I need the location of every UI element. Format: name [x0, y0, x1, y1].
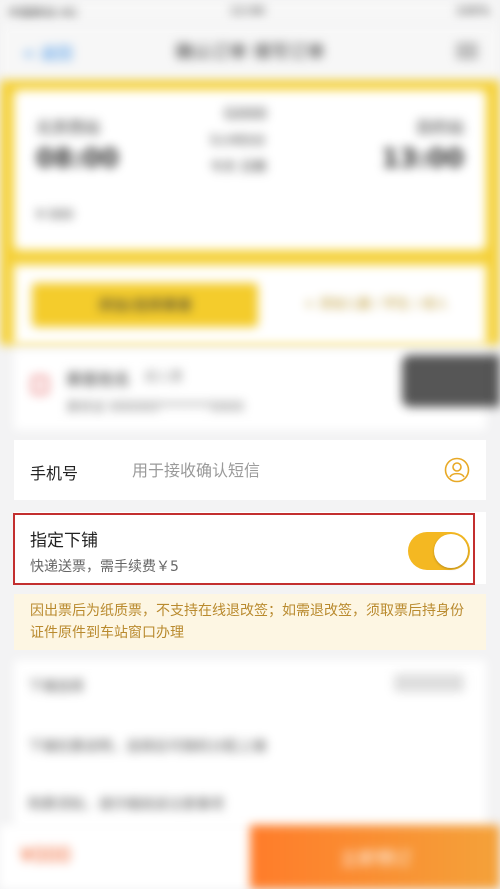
nav-bar: < 返回 确认订单 填写订单: [0, 24, 500, 80]
option-row-1[interactable]: 下铺选择: [28, 676, 84, 696]
duration: 5小时0分: [210, 134, 266, 149]
clock-text: 12:00: [230, 4, 265, 18]
lower-bunk-title: 指定下铺: [30, 531, 98, 551]
to-station: 目的站: [415, 118, 464, 137]
bottom-bar: ¥000 立即预订: [0, 825, 500, 889]
to-time: 13:00: [381, 144, 464, 174]
floating-tool-button[interactable]: [402, 355, 500, 407]
menu-icon[interactable]: [456, 40, 478, 60]
battery-text: 100%: [455, 4, 490, 18]
remove-passenger-icon[interactable]: [32, 376, 48, 394]
notice-text: 因出票后为纸质票，不支持在线退改签；如需退改签，须取票后持身份证件原件到车站窗口…: [30, 603, 464, 641]
options-list: 下铺选择 下铺优惠说明，选择后可随机分配上铺 购票须知，请仔细阅读注意事项: [14, 660, 486, 830]
lower-bunk-subtitle: 快递送票，需手续费￥5: [30, 559, 179, 575]
passenger-name: 乘客姓名: [66, 370, 131, 389]
pay-button-label: 立即预订: [340, 849, 412, 870]
add-other-passenger-button[interactable]: + 添加儿童 / 学生 / 成人: [276, 283, 476, 327]
from-station: 北京西站: [36, 118, 101, 137]
toggle-knob: [434, 534, 468, 568]
lower-bunk-row: 指定下铺 快递送票，需手续费￥5: [14, 512, 486, 584]
lower-bunk-toggle[interactable]: [408, 532, 470, 570]
phone-input[interactable]: [132, 456, 432, 484]
carrier-text: 中国移动 4G: [8, 6, 77, 20]
phone-row: 手机号: [14, 440, 486, 500]
total-price: ¥000: [20, 843, 71, 867]
option-row-2[interactable]: 下铺优惠说明，选择后可随机分配上铺: [28, 736, 266, 756]
phone-label: 手机号: [30, 464, 79, 483]
passenger-type: 成人票: [144, 370, 184, 385]
page-title: 确认订单 填写订单: [175, 42, 325, 63]
train-number: G000: [224, 104, 267, 123]
passenger-actions: 添加/选择乘客 + 添加儿童 / 学生 / 成人: [14, 265, 486, 345]
from-time: 08:00: [36, 144, 119, 174]
passenger-id: 身份证 000000********0000: [66, 400, 244, 415]
add-passenger-button[interactable]: 添加/选择乘客: [32, 283, 258, 327]
ticket-card: 北京西站 08:00 G000 5小时0分 今天 日期 目的站 13:00 ¥ …: [14, 90, 486, 250]
option-row-3[interactable]: 购票须知，请仔细阅读注意事项: [28, 794, 224, 814]
paper-ticket-notice: 因出票后为纸质票，不支持在线退改签；如需退改签，须取票后持身份证件原件到车站窗口…: [14, 594, 486, 650]
travel-date: 今天 日期: [210, 160, 267, 175]
contact-icon[interactable]: [444, 457, 470, 487]
ticket-price-note: ¥ 000: [36, 208, 74, 223]
status-bar: 中国移动 4G 12:00 100%: [0, 0, 500, 24]
option-selector[interactable]: [394, 674, 464, 692]
pay-button[interactable]: 立即预订: [250, 825, 500, 889]
